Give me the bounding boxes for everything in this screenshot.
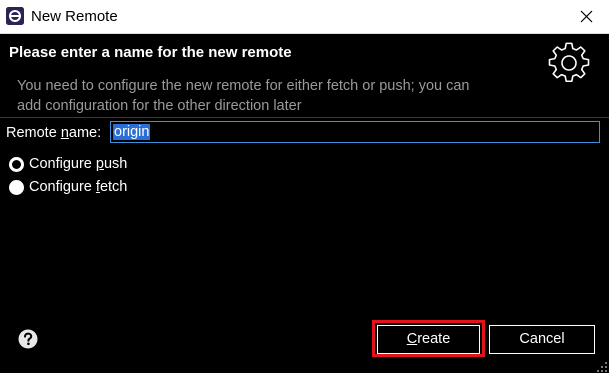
- resize-grip-icon[interactable]: [596, 360, 608, 372]
- title-bar: New Remote: [0, 0, 609, 34]
- new-remote-dialog: New Remote Please enter a name for the n…: [0, 0, 609, 373]
- window-title: New Remote: [31, 8, 118, 25]
- configure-fetch-option[interactable]: Configure fetch: [9, 178, 127, 196]
- page-description: You need to configure the new remote for…: [17, 76, 537, 116]
- help-icon[interactable]: [18, 329, 38, 349]
- gear-icon: [548, 42, 590, 84]
- configure-push-option[interactable]: Configure push: [9, 155, 127, 173]
- create-button[interactable]: Create: [377, 325, 480, 354]
- cancel-button[interactable]: Cancel: [489, 325, 595, 354]
- eclipse-icon: [6, 7, 24, 25]
- remote-name-input[interactable]: origin: [110, 121, 600, 143]
- description-line-2: add configuration for the other directio…: [17, 98, 302, 114]
- close-icon: [580, 10, 593, 23]
- remote-name-value: origin: [113, 124, 151, 140]
- close-button[interactable]: [563, 0, 609, 33]
- page-heading: Please enter a name for the new remote: [9, 44, 292, 61]
- configure-fetch-label: Configure fetch: [29, 179, 128, 195]
- configure-push-label: Configure push: [29, 156, 128, 172]
- description-line-1: You need to configure the new remote for…: [17, 78, 470, 94]
- remote-name-label: Remote name:: [6, 125, 102, 141]
- header-separator: [0, 117, 609, 118]
- configure-push-radio[interactable]: [9, 156, 24, 172]
- configure-fetch-radio[interactable]: [9, 179, 24, 195]
